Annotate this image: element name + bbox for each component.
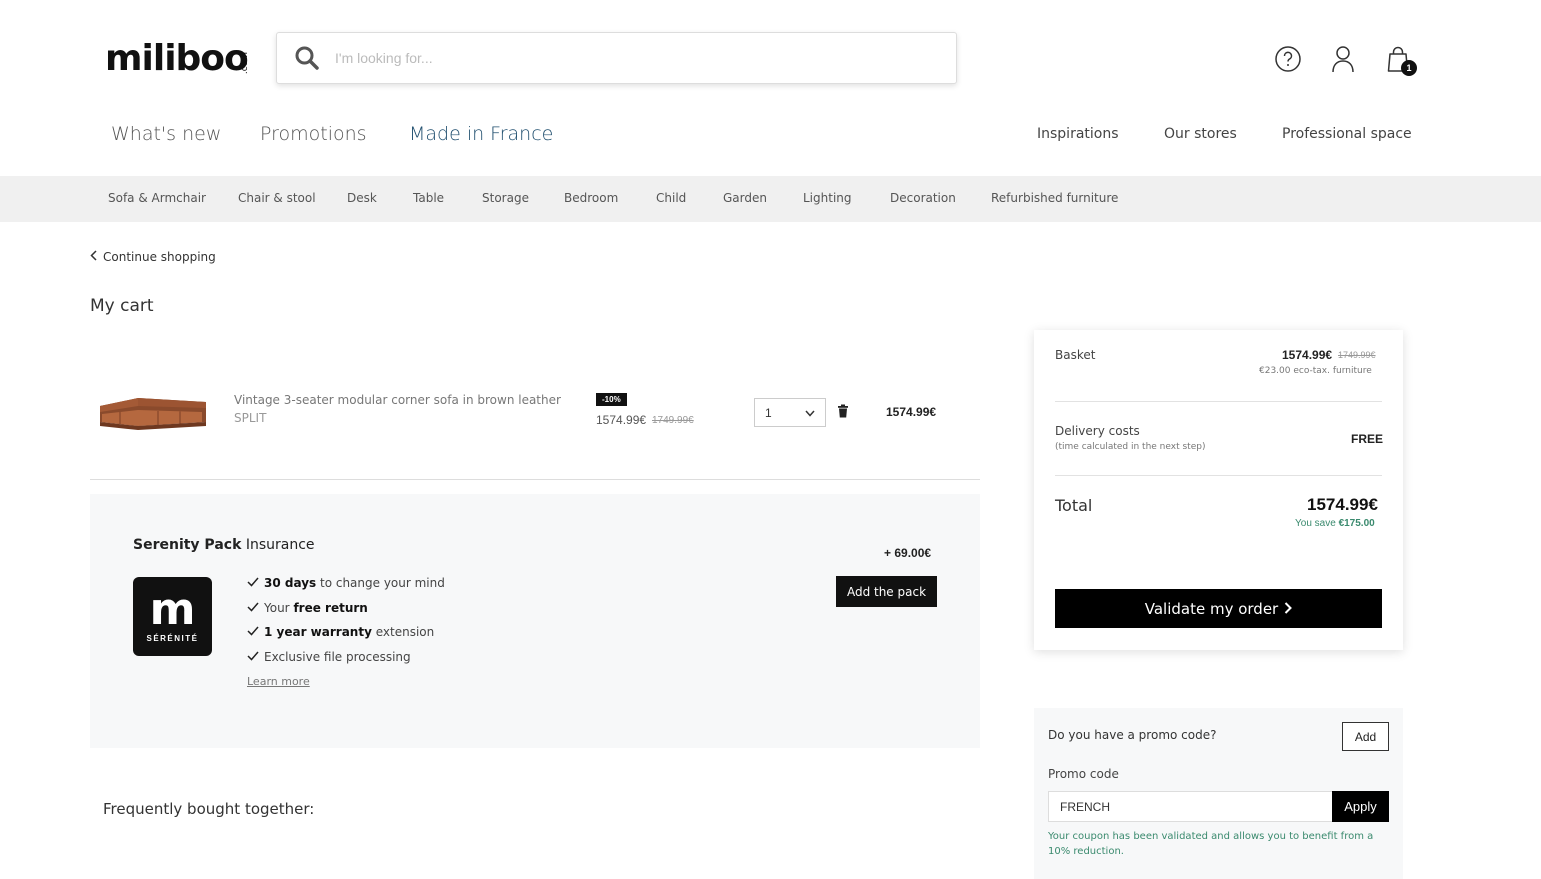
basket-price: 1574.99€ xyxy=(1282,348,1333,362)
delivery-value: FREE xyxy=(1351,432,1384,446)
unit-price: 1574.99€ xyxy=(596,413,647,427)
promo-success-message: Your coupon has been validated and allow… xyxy=(1048,831,1374,857)
search-input[interactable] xyxy=(335,50,895,66)
total-label: Total xyxy=(1055,496,1093,515)
quantity-select[interactable]: 1 xyxy=(754,398,826,427)
page-title: My cart xyxy=(90,296,154,316)
category-child[interactable]: Child xyxy=(656,191,686,205)
check-icon xyxy=(247,650,259,664)
quantity-value: 1 xyxy=(765,405,772,420)
check-icon xyxy=(247,625,259,639)
product-variant: SPLIT xyxy=(234,411,267,425)
discount-badge: -10% xyxy=(596,393,627,406)
pack-feature: 30 days to change your mind xyxy=(247,576,445,590)
logo[interactable]: miliboo xyxy=(105,38,249,79)
pack-price: + 69.00€ xyxy=(884,546,932,560)
validate-order-button[interactable]: Validate my order xyxy=(1055,589,1382,628)
promo-code-input[interactable] xyxy=(1048,791,1333,822)
cart-icon[interactable]: 1 xyxy=(1383,44,1417,76)
chevron-down-icon xyxy=(805,406,815,420)
category-table[interactable]: Table xyxy=(413,191,444,205)
user-icon[interactable] xyxy=(1328,44,1358,74)
nav-inspirations[interactable]: Inspirations xyxy=(1037,126,1119,142)
nav-made-in-france[interactable]: Made in France xyxy=(409,123,553,145)
line-total: 1574.99€ xyxy=(886,405,937,419)
pack-title: Serenity Pack Insurance xyxy=(133,537,315,553)
product-name[interactable]: Vintage 3-seater modular corner sofa in … xyxy=(234,393,561,407)
category-lighting[interactable]: Lighting xyxy=(803,191,852,205)
learn-more-link[interactable]: Learn more xyxy=(247,675,310,688)
category-garden[interactable]: Garden xyxy=(723,191,767,205)
unit-old-price: 1749.99€ xyxy=(652,415,694,426)
promo-add-button[interactable]: Add xyxy=(1342,722,1389,751)
frequently-bought-heading: Frequently bought together: xyxy=(103,800,315,818)
savings: You save €175.00 xyxy=(1295,518,1375,529)
insurance-pack-panel xyxy=(90,494,980,748)
trash-icon[interactable] xyxy=(837,404,851,420)
summary-divider xyxy=(1055,475,1382,476)
promo-question: Do you have a promo code? xyxy=(1048,728,1217,742)
promo-code-label: Promo code xyxy=(1048,767,1119,781)
pack-feature: Exclusive file processing xyxy=(247,650,411,664)
add-pack-button[interactable]: Add the pack xyxy=(836,576,937,607)
nav-professional-space[interactable]: Professional space xyxy=(1282,126,1412,142)
check-icon xyxy=(247,601,259,615)
basket-old-price: 1749.99€ xyxy=(1338,350,1376,360)
delivery-sub: (time calculated in the next step) xyxy=(1055,442,1206,452)
chevron-right-icon xyxy=(1284,600,1293,618)
search-bar[interactable] xyxy=(276,32,957,84)
pack-feature: Your free return xyxy=(247,601,368,615)
category-bedroom[interactable]: Bedroom xyxy=(564,191,618,205)
category-refurbished[interactable]: Refurbished furniture xyxy=(991,191,1118,205)
logo-suffix: .com xyxy=(240,52,250,75)
basket-label: Basket xyxy=(1055,348,1096,362)
search-icon[interactable] xyxy=(293,44,321,72)
category-bar xyxy=(0,176,1541,222)
total-value: 1574.99€ xyxy=(1307,495,1378,514)
eco-tax: €23.00 eco-tax. furniture xyxy=(1259,366,1372,376)
chevron-left-icon xyxy=(90,250,97,264)
category-chair-stool[interactable]: Chair & stool xyxy=(238,191,316,205)
nav-our-stores[interactable]: Our stores xyxy=(1164,126,1237,142)
product-image[interactable] xyxy=(98,392,208,434)
cart-count-badge: 1 xyxy=(1401,60,1417,76)
category-storage[interactable]: Storage xyxy=(482,191,529,205)
continue-shopping-link[interactable]: Continue shopping xyxy=(90,250,216,264)
category-decoration[interactable]: Decoration xyxy=(890,191,956,205)
divider xyxy=(90,479,980,480)
pack-feature: 1 year warranty extension xyxy=(247,625,434,639)
delivery-label: Delivery costs xyxy=(1055,424,1140,438)
category-desk[interactable]: Desk xyxy=(347,191,377,205)
nav-whats-new[interactable]: What's new xyxy=(111,123,221,145)
check-icon xyxy=(247,576,259,590)
help-icon[interactable] xyxy=(1273,44,1303,74)
continue-shopping-label: Continue shopping xyxy=(103,250,216,264)
nav-promotions[interactable]: Promotions xyxy=(260,123,367,145)
category-sofa-armchair[interactable]: Sofa & Armchair xyxy=(108,191,206,205)
promo-apply-button[interactable]: Apply xyxy=(1332,791,1389,822)
summary-divider xyxy=(1055,401,1382,402)
serenity-logo: m SÉRÉNITÉ xyxy=(133,577,212,656)
